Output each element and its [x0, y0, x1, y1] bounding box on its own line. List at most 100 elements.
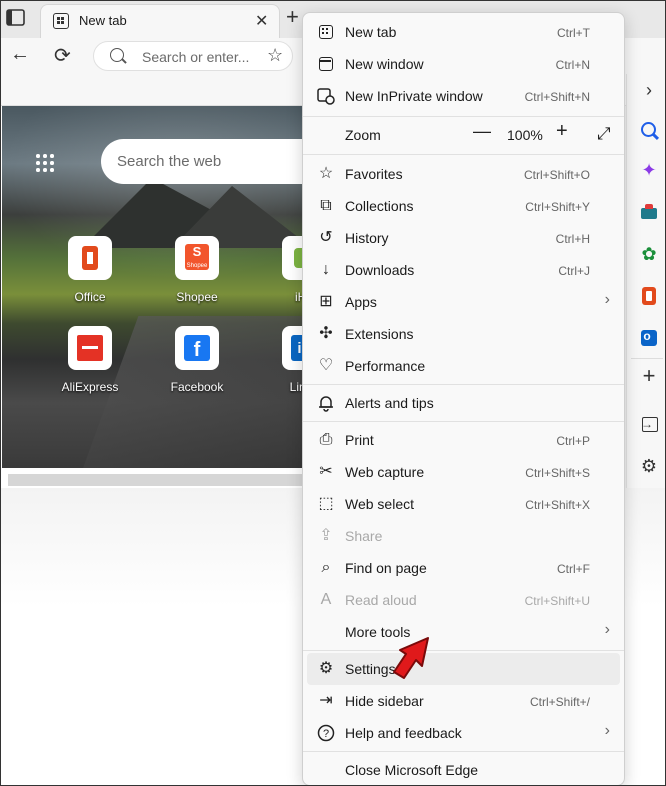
- tab-new-tab[interactable]: New tab ✕: [40, 4, 280, 38]
- quick-link-tile[interactable]: AliExpress: [50, 326, 130, 406]
- quick-link-tile[interactable]: iHe: [264, 236, 302, 316]
- chevron-right-icon: ›: [604, 621, 610, 638]
- back-button[interactable]: ←: [10, 43, 30, 66]
- menu-item-more-tools[interactable]: More tools ›: [307, 616, 620, 648]
- menu-item-find-on-page[interactable]: ⌕ Find on page Ctrl+F: [307, 552, 620, 584]
- menu-item-web-capture[interactable]: ✂ Web capture Ctrl+Shift+S: [307, 456, 620, 488]
- tile-icon-box: f: [175, 326, 219, 370]
- tile-icon-box: [68, 236, 112, 280]
- menu-item-settings[interactable]: ⚙ Settings: [307, 653, 620, 685]
- apps-grid-icon[interactable]: [36, 154, 54, 172]
- menu-item-shortcut: Ctrl+J: [558, 264, 590, 278]
- menu-item-shortcut: Ctrl+Shift+U: [524, 594, 590, 608]
- menu-item-label: Hide sidebar: [345, 693, 424, 709]
- horizontal-scrollbar[interactable]: [8, 474, 302, 486]
- chevron-right-icon: ›: [604, 291, 610, 308]
- menu-item-performance[interactable]: ♡ Performance: [307, 350, 620, 382]
- tab-actions-icon[interactable]: [6, 9, 28, 29]
- menu-item-new-inprivate-window[interactable]: New InPrivate window Ctrl+Shift+N: [307, 80, 620, 112]
- address-bar[interactable]: Search or enter... ☆: [93, 41, 293, 71]
- quick-link-tile[interactable]: in Linke: [264, 326, 302, 406]
- help-icon: ?: [317, 724, 335, 742]
- sidebar-search-icon[interactable]: [639, 120, 659, 140]
- apps-icon: ⊞: [319, 293, 333, 310]
- menu-item-hide-sidebar[interactable]: ⇥ Hide sidebar Ctrl+Shift+/: [307, 685, 620, 717]
- search-icon: [110, 48, 124, 62]
- menu-item-zoom: Zoom — 100% + ⤢: [307, 119, 620, 151]
- history-icon: ↺: [319, 229, 333, 246]
- menu-item-shortcut: Ctrl+Shift+O: [523, 168, 590, 182]
- menu-item-shortcut: Ctrl+Shift+/: [529, 695, 590, 709]
- menu-item-shortcut: Ctrl+P: [556, 434, 590, 448]
- outlook-icon[interactable]: [639, 328, 659, 348]
- menu-item-new-window[interactable]: New window Ctrl+N: [307, 48, 620, 80]
- menu-item-shortcut: Ctrl+Shift+Y: [525, 200, 590, 214]
- menu-item-label: History: [345, 230, 389, 246]
- games-icon[interactable]: ✿: [639, 244, 659, 264]
- menu-item-shortcut: Ctrl+Shift+X: [525, 498, 590, 512]
- menu-item-shortcut: Ctrl+H: [555, 232, 590, 246]
- print-icon: ⎙: [319, 431, 333, 448]
- zoom-out-button[interactable]: —: [473, 121, 491, 142]
- menu-item-extensions[interactable]: ✣ Extensions: [307, 318, 620, 350]
- tools-icon[interactable]: [639, 202, 659, 222]
- menu-item-label: Performance: [345, 358, 426, 374]
- menu-item-print[interactable]: ⎙ Print Ctrl+P: [307, 424, 620, 456]
- chevron-right-icon[interactable]: ›: [639, 80, 659, 100]
- office-icon: [82, 246, 98, 270]
- tile-icon-box: [282, 236, 302, 280]
- menu-item-read-aloud: A Read aloud Ctrl+Shift+U: [307, 584, 620, 616]
- menu-item-label: Extensions: [345, 326, 414, 342]
- menu-item-favorites[interactable]: ☆ Favorites Ctrl+Shift+O: [307, 158, 620, 190]
- office-icon[interactable]: [639, 286, 659, 306]
- menu-item-label: Close Microsoft Edge: [345, 762, 479, 778]
- sidebar-add-icon[interactable]: +: [639, 365, 659, 387]
- web-capture-icon: ✂: [319, 463, 333, 480]
- tile-label: Shopee: [176, 290, 218, 304]
- new-tab-plus-icon[interactable]: +: [286, 6, 299, 28]
- add-favorite-icon[interactable]: ☆: [267, 45, 283, 66]
- menu-item-label: Collections: [345, 198, 414, 214]
- sidebar-top: [626, 38, 666, 74]
- menu-item-shortcut: Ctrl+Shift+N: [524, 90, 590, 104]
- sidebar-settings-icon[interactable]: ⚙: [639, 456, 659, 476]
- bell-icon: [317, 394, 335, 412]
- menu-item-label: Help and feedback: [345, 725, 462, 741]
- menu-item-alerts-and-tips[interactable]: Alerts and tips: [307, 387, 620, 419]
- tab-close-icon[interactable]: ✕: [255, 11, 268, 31]
- fullscreen-icon[interactable]: ⤢: [597, 124, 611, 144]
- new-window-icon: [317, 55, 335, 73]
- favorites-icon: ☆: [318, 165, 334, 182]
- web-search-box[interactable]: Search the web: [101, 139, 302, 184]
- extensions-icon: ✣: [319, 325, 333, 342]
- menu-item-label: Zoom: [345, 127, 381, 143]
- menu-item-shortcut: Ctrl+N: [555, 58, 590, 72]
- iherb-icon: [294, 248, 302, 268]
- menu-item-shortcut: Ctrl+F: [557, 562, 590, 576]
- help-icon-glyph: ?: [323, 728, 329, 740]
- menu-item-collections[interactable]: ⧉ Collections Ctrl+Shift+Y: [307, 190, 620, 222]
- menu-item-history[interactable]: ↺ History Ctrl+H: [307, 222, 620, 254]
- menu-item-web-select[interactable]: ⬚ Web select Ctrl+Shift+X: [307, 488, 620, 520]
- copilot-icon[interactable]: ✦: [639, 160, 659, 180]
- refresh-button[interactable]: ⟳: [54, 43, 71, 68]
- tab-title: New tab: [79, 13, 127, 28]
- find-icon: ⌕: [321, 559, 331, 576]
- zoom-in-button[interactable]: +: [556, 120, 568, 143]
- menu-item-label: New tab: [345, 24, 397, 40]
- sidebar-hide-icon[interactable]: [639, 414, 659, 434]
- quick-link-tile[interactable]: Shopee Shopee: [157, 230, 237, 316]
- quick-link-tile[interactable]: Office: [50, 236, 130, 316]
- menu-item-label: Apps: [345, 294, 377, 310]
- tile-label: Linke: [289, 380, 302, 394]
- menu-item-label: Web capture: [345, 464, 425, 480]
- menu-item-new-tab[interactable]: New tab Ctrl+T: [307, 16, 620, 48]
- menu-divider: [303, 650, 624, 651]
- sidebar-divider: [631, 358, 663, 359]
- menu-item-apps[interactable]: ⊞ Apps ›: [307, 286, 620, 318]
- web-search-placeholder: Search the web: [117, 153, 222, 170]
- menu-item-downloads[interactable]: ↓ Downloads Ctrl+J: [307, 254, 620, 286]
- quick-link-tile[interactable]: f Facebook: [157, 326, 237, 406]
- menu-item-close-microsoft-edge[interactable]: Close Microsoft Edge: [307, 754, 620, 786]
- menu-item-help-and-feedback[interactable]: ? Help and feedback ›: [307, 717, 620, 749]
